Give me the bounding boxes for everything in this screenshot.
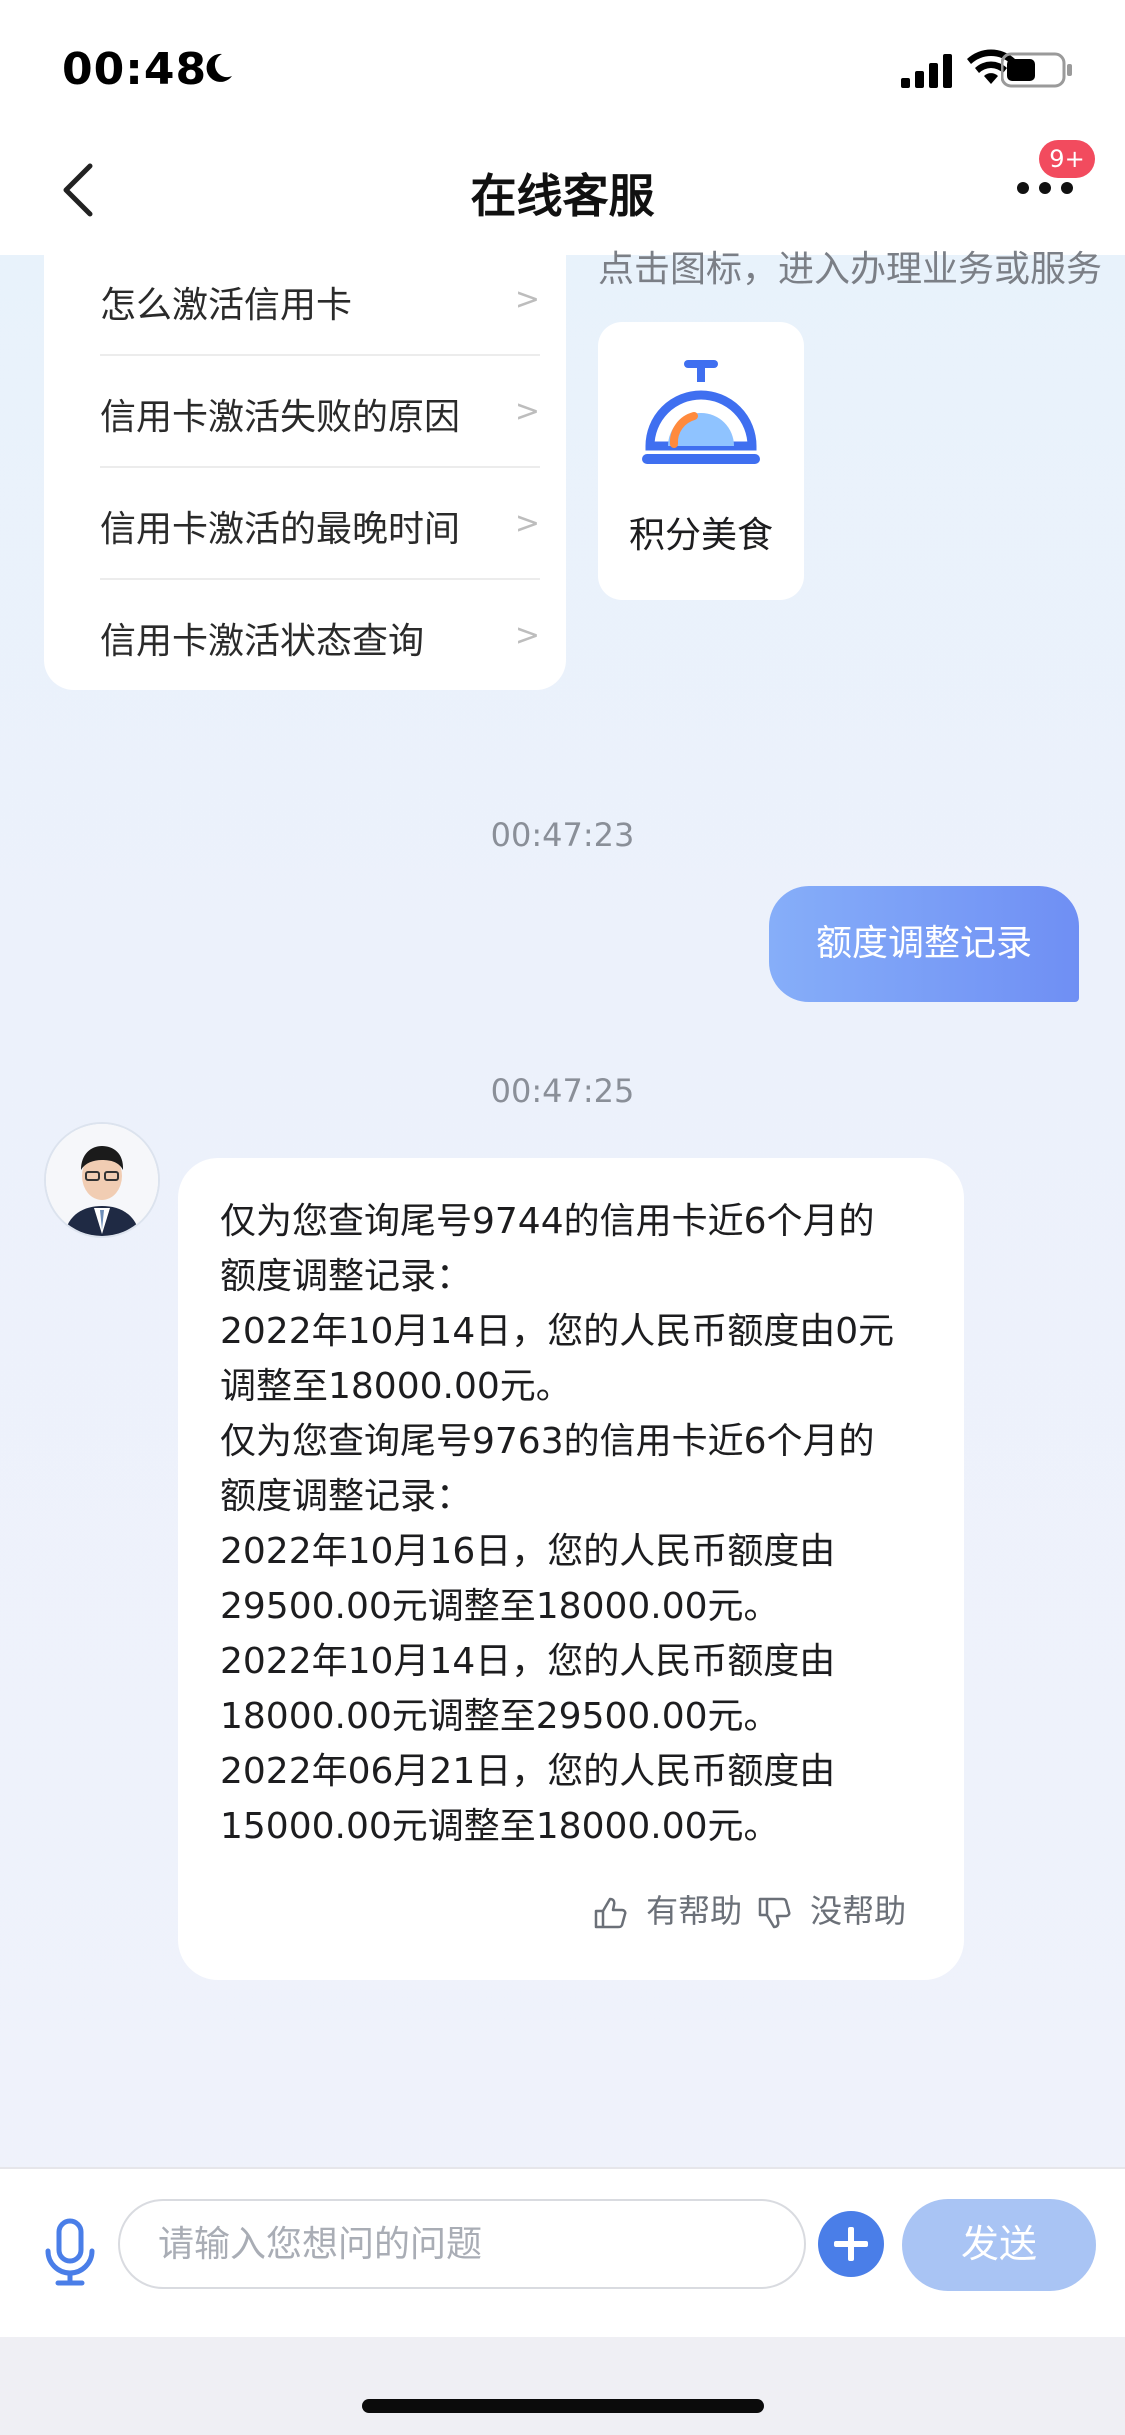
chevron-right-icon: > bbox=[514, 282, 540, 317]
message-line: 2022年10月14日，您的人民币额度由0元 bbox=[220, 1311, 895, 1352]
faq-item[interactable]: 信用卡激活状态查询 > bbox=[100, 578, 540, 690]
message-line: 15000.00元调整至18000.00元。 bbox=[220, 1806, 780, 1847]
faq-item-label: 信用卡激活失败的原因 bbox=[100, 397, 461, 438]
thumbs-up-icon bbox=[594, 1897, 627, 1929]
message-line: 2022年10月14日，您的人民币额度由 bbox=[220, 1641, 836, 1682]
chevron-right-icon: > bbox=[514, 618, 540, 653]
send-button[interactable]: 发送 bbox=[902, 2199, 1096, 2291]
faq-item-label: 信用卡激活的最晚时间 bbox=[100, 509, 461, 550]
input-bar: 发送 bbox=[0, 2167, 1125, 2339]
add-button[interactable] bbox=[818, 2211, 884, 2277]
message-line: 额度调整记录： bbox=[220, 1256, 473, 1297]
agent-message-bubble: 仅为您查询尾号9744的信用卡近6个月的 额度调整记录： 2022年10月14日… bbox=[178, 1158, 964, 1980]
message-line: 额度调整记录： bbox=[220, 1476, 473, 1517]
not-helpful-label: 没帮助 bbox=[810, 1892, 907, 1930]
service-hint: 点击图标，进入办理业务或服务 bbox=[598, 249, 1103, 290]
message-line: 调整至18000.00元。 bbox=[220, 1366, 572, 1407]
message-input[interactable] bbox=[118, 2199, 806, 2289]
timestamp: 00:47:23 bbox=[490, 816, 635, 854]
status-bar: 00:48 bbox=[0, 0, 1125, 130]
status-time: 00:48 bbox=[62, 44, 208, 95]
user-message-bubble: 额度调整记录 bbox=[769, 886, 1079, 1002]
not-helpful-button[interactable]: 没帮助 bbox=[756, 1886, 906, 1932]
page-title: 在线客服 bbox=[470, 169, 655, 223]
battery-icon bbox=[1000, 52, 1073, 92]
service-bell-icon bbox=[642, 360, 760, 464]
faq-item[interactable]: 信用卡激活的最晚时间 > bbox=[100, 466, 540, 580]
microphone-icon[interactable] bbox=[40, 2217, 100, 2291]
thumbs-down-icon bbox=[758, 1897, 791, 1929]
home-indicator[interactable] bbox=[362, 2399, 764, 2413]
service-card-label: 积分美食 bbox=[628, 515, 773, 556]
more-icon[interactable] bbox=[1015, 178, 1075, 202]
notification-badge: 9+ bbox=[1039, 140, 1095, 178]
chevron-right-icon: > bbox=[514, 506, 540, 541]
timestamp: 00:47:25 bbox=[490, 1072, 635, 1110]
message-line: 18000.00元调整至29500.00元。 bbox=[220, 1696, 780, 1737]
home-indicator-area bbox=[0, 2337, 1125, 2435]
moon-icon bbox=[200, 50, 236, 90]
faq-card: 怎么激活信用卡 > 信用卡激活失败的原因 > 信用卡激活的最晚时间 > 信用卡激… bbox=[44, 230, 566, 690]
message-line: 2022年06月21日，您的人民币额度由 bbox=[220, 1751, 836, 1792]
message-line: 仅为您查询尾号9763的信用卡近6个月的 bbox=[220, 1421, 875, 1462]
faq-item-label: 信用卡激活状态查询 bbox=[100, 621, 425, 662]
faq-item-label: 怎么激活信用卡 bbox=[100, 285, 353, 326]
message-line: 仅为您查询尾号9744的信用卡近6个月的 bbox=[220, 1201, 875, 1242]
faq-item[interactable]: 信用卡激活失败的原因 > bbox=[100, 354, 540, 468]
faq-item[interactable]: 怎么激活信用卡 > bbox=[100, 242, 540, 356]
message-line: 2022年10月16日，您的人民币额度由 bbox=[220, 1531, 836, 1572]
helpful-button[interactable]: 有帮助 bbox=[592, 1886, 742, 1932]
agent-avatar bbox=[44, 1122, 160, 1238]
chevron-right-icon: > bbox=[514, 394, 540, 429]
message-line: 29500.00元调整至18000.00元。 bbox=[220, 1586, 780, 1627]
helpful-label: 有帮助 bbox=[646, 1892, 743, 1930]
signal-icon bbox=[901, 54, 955, 92]
service-card-points-food[interactable]: 积分美食 bbox=[598, 322, 804, 600]
